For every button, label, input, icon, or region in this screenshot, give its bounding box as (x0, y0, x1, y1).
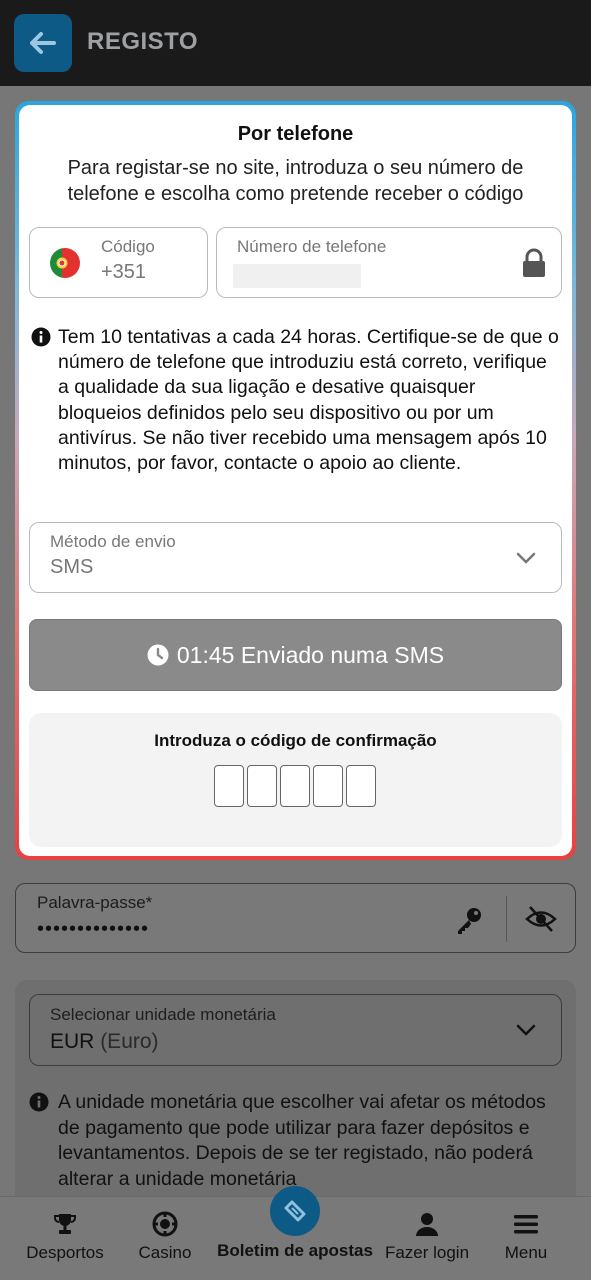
betslip-button[interactable] (270, 1186, 320, 1236)
currency-label: Selecionar unidade monetária (50, 1005, 276, 1024)
top-bar: REGISTO (0, 0, 591, 86)
nav-betslip-label: Boletim de apostas (217, 1241, 373, 1260)
chevron-down-icon (516, 552, 536, 564)
clock-icon (147, 644, 169, 666)
info-icon (29, 1092, 49, 1112)
code-digit-input[interactable] (247, 765, 277, 807)
casino-chip-icon (152, 1211, 178, 1237)
confirmation-code-inputs (214, 765, 376, 807)
user-icon (416, 1213, 438, 1236)
divider (506, 896, 507, 942)
currency-name: (Euro) (100, 1030, 159, 1053)
currency-code: EUR (50, 1030, 95, 1053)
back-button[interactable] (14, 14, 72, 72)
phone-number-field[interactable]: Número de telefone (216, 227, 562, 298)
nav-login-label: Fazer login (384, 1243, 470, 1262)
currency-note: A unidade monetária que escolher vai afe… (58, 1091, 546, 1190)
arrow-left-icon (30, 32, 56, 54)
code-digit-input[interactable] (214, 765, 244, 807)
bottom-navigation: Desportos Casino Boletim de apostas Faze… (0, 1186, 591, 1280)
phone-verification-modal: Por telefone Para registar-se no site, i… (15, 101, 576, 860)
nav-menu-label: Menu (504, 1243, 548, 1262)
code-digit-input[interactable] (280, 765, 310, 807)
nav-sports-label: Desportos (26, 1243, 104, 1262)
key-icon[interactable] (453, 904, 485, 936)
country-code-select[interactable]: Código +351 (29, 227, 208, 298)
resend-timer-label: 01:45 Enviado numa SMS (176, 641, 445, 668)
phone-number-label: Número de telefone (237, 237, 387, 256)
phone-number-value (233, 264, 361, 288)
country-code-label: Código (101, 237, 155, 256)
password-label: Palavra-passe* (37, 893, 153, 912)
code-digit-input[interactable] (313, 765, 343, 807)
modal-subtitle: Para registar-se no site, introduza o se… (67, 157, 524, 205)
info-icon (31, 327, 51, 347)
currency-value: EUR (Euro) (50, 1030, 159, 1054)
nav-casino-label: Casino (138, 1243, 192, 1262)
trophy-icon (54, 1214, 76, 1234)
nav-sports[interactable]: Desportos (14, 1197, 116, 1280)
nav-login[interactable]: Fazer login (380, 1197, 474, 1280)
password-field[interactable]: Palavra-passe* •••••••••••••• (15, 883, 576, 953)
modal-body: Por telefone Para registar-se no site, i… (19, 105, 572, 856)
nav-casino[interactable]: Casino (122, 1197, 208, 1280)
modal-title: Por telefone (237, 123, 354, 145)
eye-slash-icon[interactable] (525, 904, 557, 934)
country-code-value: +351 (101, 261, 147, 283)
confirmation-code-section: Introduza o código de confirmação (29, 713, 562, 847)
hamburger-menu-icon (514, 1215, 538, 1234)
nav-menu[interactable]: Menu (490, 1197, 562, 1280)
confirmation-code-label: Introduza o código de confirmação (154, 731, 437, 750)
send-method-label: Método de envio (50, 532, 176, 551)
page-title: REGISTO (87, 28, 199, 55)
attempts-info-text: Tem 10 tentativas a cada 24 horas. Certi… (58, 326, 559, 475)
lock-icon (523, 248, 545, 277)
ticket-icon (284, 1200, 306, 1222)
currency-select[interactable]: Selecionar unidade monetária EUR (Euro) (29, 994, 562, 1066)
send-method-value: SMS (50, 556, 94, 578)
send-method-select[interactable]: Método de envio SMS (29, 522, 562, 593)
resend-timer-button[interactable]: 01:45 Enviado numa SMS (29, 619, 562, 691)
chevron-down-icon (516, 1024, 536, 1036)
portugal-flag-icon (50, 248, 80, 278)
password-value: •••••••••••••• (37, 918, 150, 940)
nav-betslip[interactable]: Boletim de apostas (214, 1179, 376, 1279)
code-digit-input[interactable] (346, 765, 376, 807)
